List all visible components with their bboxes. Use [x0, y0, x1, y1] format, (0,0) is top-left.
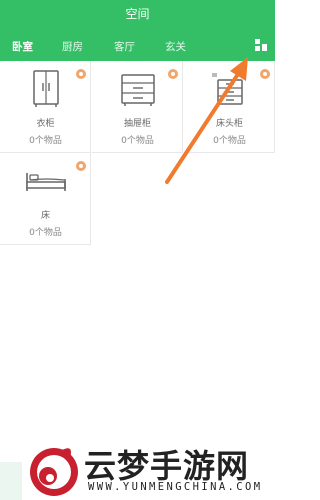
edit-badge-icon[interactable] [260, 69, 270, 79]
edit-badge-icon[interactable] [76, 69, 86, 79]
pointer-arrow-icon [165, 57, 248, 184]
furniture-item-wardrobe[interactable]: 衣柜 0个物品 [0, 61, 91, 153]
edit-badge-icon[interactable] [76, 161, 86, 171]
grid-view-icon[interactable] [254, 38, 268, 52]
item-name: 衣柜 [36, 119, 55, 129]
item-count: 0个物品 [29, 228, 62, 238]
tab-entrance[interactable]: 玄关 [165, 39, 186, 54]
item-count: 0个物品 [29, 136, 62, 146]
tab-living-room[interactable]: 客厅 [114, 39, 135, 54]
watermark: 云梦手游网 WWW.YUNMENGCHINA.COM [26, 437, 275, 500]
top-bar: 空间 卧室 厨房 客厅 玄关 [0, 0, 275, 61]
bottom-tab-fragment[interactable] [0, 462, 22, 500]
watermark-url: WWW.YUNMENGCHINA.COM [88, 481, 263, 493]
tab-bedroom[interactable]: 卧室 [12, 39, 33, 54]
wardrobe-icon [33, 70, 59, 107]
room-tabs: 卧室 厨房 客厅 玄关 [0, 39, 275, 53]
page-title: 空间 [125, 7, 150, 21]
drawer-cabinet-icon [121, 74, 155, 106]
furniture-item-bed[interactable]: 床 0个物品 [0, 153, 91, 245]
watermark-logo-icon [30, 448, 78, 496]
tab-kitchen[interactable]: 厨房 [62, 39, 83, 54]
bed-icon [26, 173, 66, 191]
item-name: 床 [40, 211, 50, 221]
